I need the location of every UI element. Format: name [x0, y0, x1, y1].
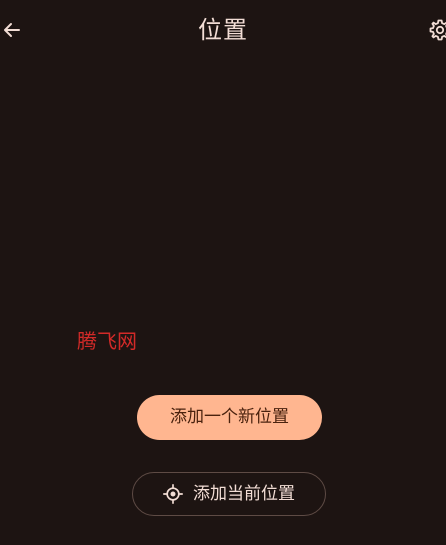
app-bar: 位置: [0, 0, 446, 60]
page-title: 位置: [198, 16, 248, 44]
add-current-location-button[interactable]: 添加当前位置: [132, 472, 326, 516]
watermark-text: 腾飞网: [77, 329, 137, 353]
my-location-icon: [163, 484, 183, 504]
add-new-location-button[interactable]: 添加一个新位置: [137, 395, 322, 440]
add-current-location-label: 添加当前位置: [193, 484, 295, 504]
gear-icon[interactable]: [428, 18, 446, 42]
